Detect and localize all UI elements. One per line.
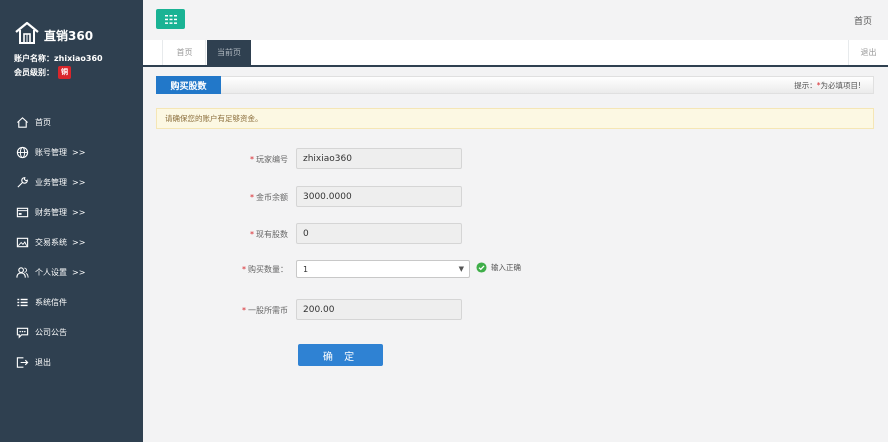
sidebar-item-label: 交易系统 [35,237,67,247]
picture-icon [16,237,29,247]
balance-field[interactable]: 3000.0000 [296,186,462,207]
wrench-icon [17,176,28,188]
tab-home[interactable]: 首页 [164,40,206,65]
globe-icon [16,146,29,158]
shares-label: * 现有股数 [250,229,288,239]
level-badge: 铜 [58,66,71,79]
sidebar-item-account[interactable]: 账号管理 >> [0,137,143,167]
balance-label: * 金币余额 [250,192,288,202]
valid-text: 输入正确 [491,263,521,272]
form-row-balance: * 金币余额 3000.0000 [156,186,874,208]
tabs-bar: 首页 当前页 退出 [143,40,888,67]
sidebar-item-notice[interactable]: 公司公告 [0,317,143,347]
house-logo-icon [15,21,39,44]
check-circle-icon [476,262,487,273]
sidebar-item-label: 账号管理 [35,147,67,157]
expand-arrow: >> [72,147,86,157]
sidebar-item-business[interactable]: 业务管理 >> [0,167,143,197]
users-icon [16,266,29,278]
confirm-button[interactable]: 确 定 [298,344,383,366]
quantity-label: * 购买数量： [242,264,288,274]
hint-prefix: 提示： [794,81,817,90]
sidebar-nav: 首页 账号管理 >> 业务管理 >> 财务管理 >> 交易系统 >> 个人设置 … [0,107,143,377]
brand-name: 直销360 [44,28,94,43]
required-mark: * [250,229,254,239]
tab-current[interactable]: 当前页 [207,40,251,65]
level-label: 会员级别： [14,68,54,77]
required-mark: * [242,264,246,274]
form-row-shares: * 现有股数 0 [156,223,874,245]
account-label: 账户名称： [14,54,54,63]
expand-arrow: >> [72,237,86,247]
sidebar-item-label: 业务管理 [35,177,67,187]
sidebar-item-trading[interactable]: 交易系统 >> [0,227,143,257]
sidebar-item-label: 财务管理 [35,207,67,217]
sidebar-item-logout[interactable]: 退出 [0,347,143,377]
panel-title: 购买股数 [156,76,221,94]
quantity-selected-value: 1 [303,264,309,274]
expand-arrow: >> [72,177,86,187]
sidebar: 直销360 账户名称：zhixiao360 会员级别： 铜 首页 账号管理 >>… [0,0,143,442]
expand-arrow: >> [72,267,86,277]
account-info: 账户名称：zhixiao360 [14,53,103,64]
expand-arrow: >> [72,207,86,217]
brand-logo[interactable]: 直销360 [14,20,93,46]
account-value: zhixiao360 [54,54,103,63]
quantity-valid-message: 输入正确 [476,262,521,273]
top-bar: 首页 [143,0,888,40]
list-icon [17,298,28,306]
shares-field[interactable]: 0 [296,223,462,244]
member-level: 会员级别： 铜 [14,66,71,79]
top-home-link[interactable]: 首页 [854,14,872,27]
menu-icon [164,14,177,24]
tabs-scroll-left[interactable] [143,40,163,65]
hint-suffix: 为必填项目! [820,81,861,90]
form-row-quantity: * 购买数量： 1 ▼ 输入正确 [156,260,874,282]
sidebar-item-label: 首页 [35,117,51,127]
required-mark: * [250,154,254,164]
form-row-price: * 一股所需币 200.00 [156,299,874,321]
required-hint: 提示：*为必填项目! [794,80,861,91]
wallet-icon [16,207,29,217]
funds-warning: 请确保您的账户有足够资金。 [156,108,874,129]
sidebar-item-label: 个人设置 [35,267,67,277]
sidebar-item-personal[interactable]: 个人设置 >> [0,257,143,287]
sidebar-item-label: 公司公告 [35,327,67,337]
sidebar-item-home[interactable]: 首页 [0,107,143,137]
sign-out-icon [16,356,29,368]
tab-logout[interactable]: 退出 [848,40,888,65]
player-id-label: * 玩家编号 [250,154,288,164]
player-id-field[interactable]: zhixiao360 [296,148,462,169]
price-field[interactable]: 200.00 [296,299,462,320]
sidebar-item-mail[interactable]: 系统信件 [0,287,143,317]
form-row-player-id: * 玩家编号 zhixiao360 [156,148,874,170]
comment-icon [16,327,29,338]
price-label: * 一股所需币 [242,305,288,315]
sidebar-item-finance[interactable]: 财务管理 >> [0,197,143,227]
menu-toggle-button[interactable] [156,9,185,29]
required-mark: * [242,305,246,315]
home-icon [17,116,28,128]
quantity-select[interactable]: 1 ▼ [296,260,470,278]
caret-down-icon: ▼ [458,265,464,273]
sidebar-item-label: 退出 [35,357,51,367]
sidebar-item-label: 系统信件 [35,297,67,307]
required-mark: * [250,192,254,202]
panel-header: 购买股数 提示：*为必填项目! [156,76,874,94]
